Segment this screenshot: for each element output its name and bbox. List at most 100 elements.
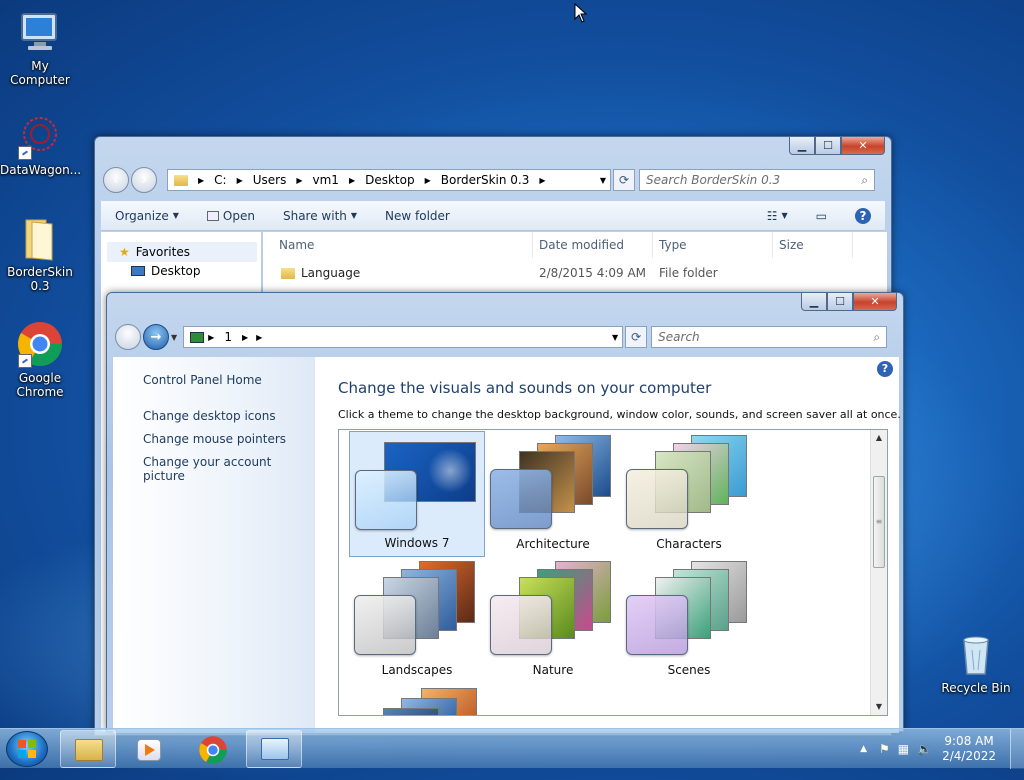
- forward-button[interactable]: →: [143, 324, 169, 350]
- show-hidden-icons-icon[interactable]: ▲: [860, 744, 867, 754]
- help-icon[interactable]: ?: [841, 207, 885, 224]
- personalization-window[interactable]: ▁ ☐ ✕ → ▼ ▶ 1 ▶ ▶ ▼ ⟳ Search ⌕ Control Pa…: [106, 292, 904, 733]
- theme-label: Windows 7: [384, 536, 450, 550]
- desktop-icon-datawagon[interactable]: DataWagon...: [0, 112, 82, 177]
- theme-nature[interactable]: Nature: [485, 557, 621, 683]
- scrollbar[interactable]: ▲ ≡ ▼: [870, 430, 887, 715]
- column-type[interactable]: Type: [653, 232, 773, 258]
- search-input[interactable]: Search BorderSkin 0.3 ⌕: [639, 169, 875, 191]
- new-folder-button[interactable]: New folder: [371, 209, 464, 223]
- theme-label: Characters: [656, 537, 722, 551]
- theme-partial[interactable]: [383, 688, 477, 715]
- close-button[interactable]: ✕: [841, 137, 885, 155]
- close-button[interactable]: ✕: [853, 293, 897, 311]
- breadcrumb-item[interactable]: Users: [247, 173, 293, 187]
- refresh-button[interactable]: ⟳: [625, 326, 648, 348]
- control-panel-home-link[interactable]: Control Panel Home: [143, 373, 262, 387]
- open-button[interactable]: Open: [193, 209, 269, 223]
- computer-icon: [16, 8, 64, 56]
- scroll-down-icon: ▼: [875, 702, 883, 711]
- breadcrumb-item[interactable]: C:: [208, 173, 232, 187]
- recent-pages-icon[interactable]: ▼: [171, 333, 177, 342]
- theme-architecture[interactable]: Architecture: [485, 431, 621, 557]
- scroll-thumb[interactable]: ≡: [873, 476, 885, 568]
- file-row[interactable]: Language 2/8/2015 4:09 AM File folder: [263, 262, 887, 284]
- nav-desktop[interactable]: Desktop: [131, 264, 201, 278]
- taskbar: ▲ ⚑ ▦ 🔈 9:08 AM 2/4/2022: [0, 728, 1024, 769]
- system-tray: ▲ ⚑ ▦ 🔈 9:08 AM 2/4/2022: [860, 729, 1024, 769]
- address-dropdown-icon[interactable]: ▼: [596, 176, 610, 185]
- folder-icon: [174, 174, 188, 186]
- back-button[interactable]: [115, 324, 141, 350]
- preview-pane-icon[interactable]: ▭: [802, 209, 841, 223]
- theme-characters[interactable]: Characters: [621, 431, 757, 557]
- breadcrumb-item[interactable]: 1: [218, 330, 238, 344]
- search-input[interactable]: Search ⌕: [651, 326, 888, 348]
- minimize-button[interactable]: ▁: [789, 137, 815, 155]
- control-panel-icon: [190, 331, 205, 343]
- explorer-icon: [75, 739, 103, 761]
- desktop-icon-label: Recycle Bin: [941, 681, 1011, 695]
- volume-icon[interactable]: 🔈: [917, 742, 932, 756]
- desktop-icon-label: BorderSkin 0.3: [7, 265, 73, 293]
- taskbar-media-player-button: [120, 730, 176, 768]
- change-desktop-icons-link[interactable]: Change desktop icons: [143, 409, 276, 423]
- star-icon: ★: [119, 245, 130, 259]
- breadcrumb-item[interactable]: vm1: [307, 173, 345, 187]
- refresh-button[interactable]: ⟳: [613, 169, 635, 191]
- theme-label: Scenes: [667, 663, 711, 677]
- taskbar-control-panel-button[interactable]: [246, 730, 302, 768]
- page-subtitle: Click a theme to change the desktop back…: [338, 408, 901, 421]
- back-button[interactable]: ‹: [103, 167, 129, 193]
- task-pane: Control Panel Home Change desktop icons …: [113, 357, 315, 733]
- theme-scenes[interactable]: Scenes: [621, 557, 757, 683]
- address-bar[interactable]: ▶ 1 ▶ ▶ ▼: [183, 326, 624, 348]
- desktop-icon-recycle-bin[interactable]: Recycle Bin: [936, 630, 1016, 695]
- open-icon: [206, 210, 219, 221]
- column-date-modified[interactable]: Date modified: [533, 232, 653, 258]
- windows-logo-icon: [18, 740, 36, 758]
- share-with-button[interactable]: Share with ▼: [269, 209, 371, 223]
- desktop-icon-borderskin[interactable]: BorderSkin 0.3: [0, 214, 80, 293]
- column-size[interactable]: Size: [773, 232, 853, 258]
- forward-button[interactable]: ›: [131, 167, 157, 193]
- network-icon[interactable]: ▦: [898, 742, 909, 756]
- start-button[interactable]: [6, 731, 48, 767]
- view-options-icon[interactable]: ☷ ▼: [753, 209, 802, 223]
- maximize-button[interactable]: ☐: [815, 137, 841, 155]
- theme-gallery: ▲ ≡ ▼ Windows 7 Architecture Characters …: [338, 429, 888, 716]
- folder-icon: [16, 214, 64, 262]
- desktop-small-icon: [131, 266, 145, 276]
- theme-landscapes[interactable]: Landscapes: [349, 557, 485, 683]
- show-desktop-button[interactable]: [1010, 729, 1024, 769]
- page-title: Change the visuals and sounds on your co…: [338, 379, 712, 397]
- folder-icon: [281, 267, 295, 279]
- desktop-icon-label: DataWagon...: [0, 163, 82, 177]
- nav-favorites[interactable]: ★ Favorites: [107, 242, 257, 262]
- chrome-icon: [199, 736, 227, 764]
- search-icon: ⌕: [861, 172, 868, 187]
- address-dropdown-icon[interactable]: ▼: [608, 333, 622, 342]
- minimize-button[interactable]: ▁: [801, 293, 827, 311]
- maximize-button[interactable]: ☐: [827, 293, 853, 311]
- taskbar-explorer-button[interactable]: [60, 730, 116, 768]
- action-center-icon[interactable]: ⚑: [879, 742, 890, 756]
- breadcrumb-item[interactable]: Desktop: [359, 173, 421, 187]
- theme-windows-7[interactable]: Windows 7: [349, 431, 485, 557]
- column-name[interactable]: Name: [273, 232, 533, 258]
- desktop-icon-chrome[interactable]: Google Chrome: [0, 320, 80, 399]
- datawagon-icon: [16, 112, 64, 160]
- change-account-picture-link[interactable]: Change your account picture: [143, 455, 315, 483]
- control-panel-icon: [261, 738, 289, 760]
- address-bar[interactable]: ▶ C: ▶ Users ▶ vm1 ▶ Desktop ▶ BorderSkin 0.…: [167, 169, 611, 191]
- desktop-icon-my-computer[interactable]: My Computer: [0, 8, 80, 87]
- chrome-icon: [16, 320, 64, 368]
- breadcrumb-item[interactable]: BorderSkin 0.3: [435, 173, 536, 187]
- mouse-cursor-icon: [574, 3, 588, 23]
- organize-button[interactable]: Organize ▼: [101, 209, 193, 223]
- help-icon[interactable]: ?: [877, 361, 893, 377]
- search-icon: ⌕: [873, 329, 881, 344]
- recycle-bin-icon: [952, 630, 1000, 678]
- clock[interactable]: 9:08 AM 2/4/2022: [942, 734, 996, 764]
- change-mouse-pointers-link[interactable]: Change mouse pointers: [143, 432, 286, 446]
